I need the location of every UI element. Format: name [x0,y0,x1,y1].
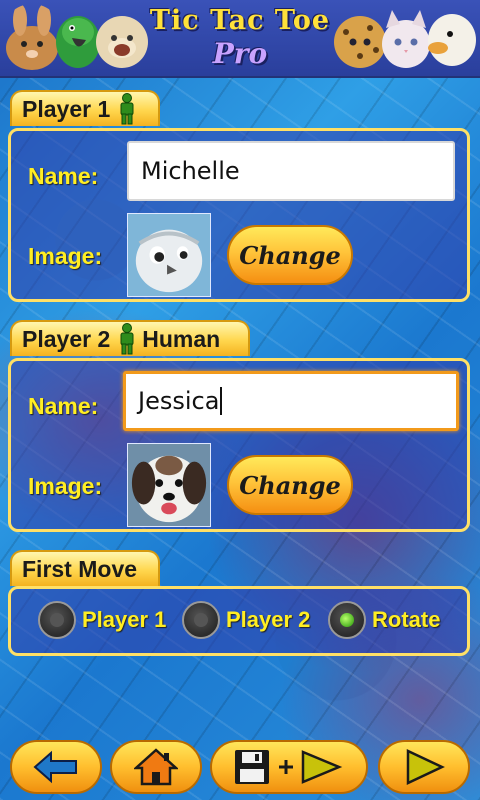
app-title: Tic Tac Toe Pro [138,4,342,70]
player1-image-label: Image: [28,243,103,269]
first-move-option-player2[interactable]: Player 2 [182,596,310,644]
first-move-tab: First Move [10,550,160,586]
first-move-radio-group: Player 1 Player 2 Rotate [28,596,458,644]
player2-tab-label: Player 2 [22,325,111,352]
player1-name-input[interactable]: Michelle [127,141,455,201]
player1-name-label: Name: [28,163,99,189]
player1-tab-label: Player 1 [22,95,111,122]
radio-button-icon[interactable] [38,601,76,639]
player2-name-label: Name: [28,393,99,419]
duckling-image [428,14,476,66]
home-button[interactable] [110,740,202,794]
player1-avatar-image[interactable] [127,213,211,297]
home-icon [134,748,178,786]
back-arrow-icon [33,750,77,784]
first-move-option-label: Rotate [372,607,441,632]
save-play-icon [235,750,343,784]
radio-button-icon[interactable] [182,601,220,639]
radio-dot-icon [194,613,208,627]
player2-panel: Name: Jessica Image: Change [8,358,470,532]
play-icon [406,749,445,785]
text-cursor [220,387,223,415]
player1-panel: Name: Michelle Image: Change [8,128,470,302]
human-player-icon [120,323,134,355]
radio-dot-icon [340,613,354,627]
player2-image-label: Image: [28,473,103,499]
app-title-line1: Tic Tac Toe [149,5,331,36]
radio-button-icon[interactable] [328,601,366,639]
app-title-line2: Pro [212,37,268,70]
back-button[interactable] [10,740,102,794]
radio-dot-icon [50,613,64,627]
player2-type-label: Human [142,325,221,352]
first-move-option-label: Player 1 [82,607,167,632]
player2-change-button[interactable]: Change [227,455,353,515]
player2-name-input[interactable]: Jessica [123,371,459,431]
player2-tab: Player 2 Human [10,320,250,356]
first-move-option-rotate[interactable]: Rotate [328,596,440,644]
first-move-option-player1[interactable]: Player 1 [38,596,166,644]
human-player-icon [120,93,134,125]
app-banner: Tic Tac Toe Pro [0,0,480,78]
first-move-option-label: Player 2 [226,607,311,632]
player1-change-button[interactable]: Change [227,225,353,285]
play-button[interactable] [378,740,470,794]
first-move-tab-label: First Move [22,555,138,582]
save-and-play-button[interactable] [210,740,368,794]
player2-name-value: Jessica [138,387,220,415]
player1-tab: Player 1 [10,90,160,126]
player1-name-value: Michelle [141,157,240,185]
player2-avatar-image[interactable] [127,443,211,527]
